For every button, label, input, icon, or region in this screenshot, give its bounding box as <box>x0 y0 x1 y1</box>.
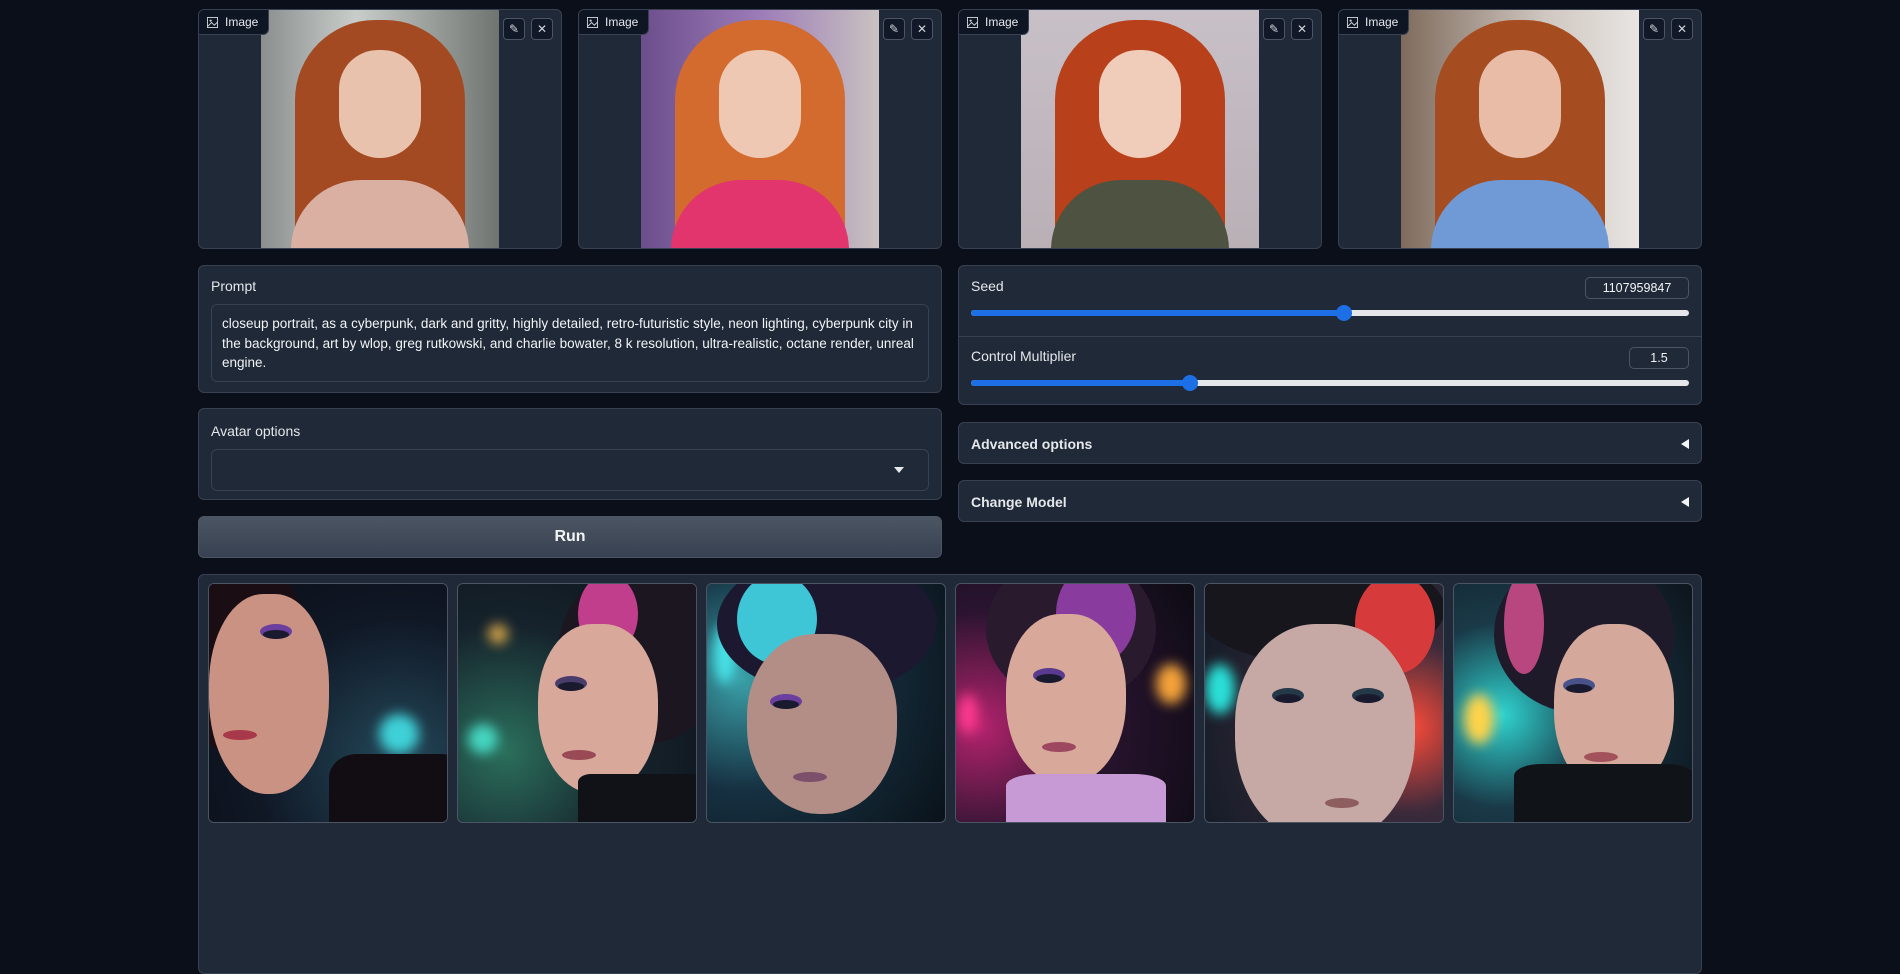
gallery-image-4[interactable] <box>955 583 1195 823</box>
clear-image-button[interactable]: ✕ <box>531 18 553 40</box>
image-label-text: Image <box>605 15 639 29</box>
edit-image-button[interactable]: ✎ <box>503 18 525 40</box>
control-multiplier-row: Control Multiplier 1.5 <box>959 336 1701 406</box>
prompt-label: Prompt <box>211 278 257 294</box>
clear-image-button[interactable]: ✕ <box>911 18 933 40</box>
gallery-image-3[interactable] <box>706 583 946 823</box>
advanced-options-label: Advanced options <box>971 436 1093 452</box>
uploaded-photo <box>261 10 499 248</box>
close-icon: ✕ <box>536 22 548 36</box>
image-icon <box>587 16 598 28</box>
prompt-panel: Prompt closeup portrait, as a cyberpunk,… <box>198 265 942 393</box>
image-label: Image <box>959 10 1030 35</box>
image-input-1[interactable]: Image ✎ ✕ <box>198 9 562 249</box>
seed-label: Seed <box>971 278 1004 294</box>
chevron-down-icon <box>894 467 904 473</box>
close-icon: ✕ <box>1676 22 1688 36</box>
close-icon: ✕ <box>916 22 928 36</box>
uploaded-photo <box>1021 10 1259 248</box>
image-label: Image <box>579 10 650 35</box>
edit-image-button[interactable]: ✎ <box>1263 18 1285 40</box>
image-label: Image <box>199 10 270 35</box>
seed-slider-fill <box>971 310 1344 316</box>
gallery-image-1[interactable] <box>208 583 448 823</box>
triangle-left-icon <box>1681 497 1689 507</box>
gallery-image-2[interactable] <box>457 583 697 823</box>
image-icon <box>1347 16 1358 28</box>
seed-slider-thumb[interactable] <box>1335 305 1352 321</box>
pencil-icon: ✎ <box>508 22 520 36</box>
change-model-accordion[interactable]: Change Model <box>958 480 1702 522</box>
image-input-4[interactable]: Image ✎ ✕ <box>1338 9 1702 249</box>
pencil-icon: ✎ <box>1648 22 1660 36</box>
close-icon: ✕ <box>1296 22 1308 36</box>
clear-image-button[interactable]: ✕ <box>1671 18 1693 40</box>
control-multiplier-slider[interactable] <box>971 375 1689 391</box>
control-multiplier-label: Control Multiplier <box>971 348 1077 364</box>
seed-row: Seed 1107959847 <box>959 266 1701 336</box>
edit-image-button[interactable]: ✎ <box>1643 18 1665 40</box>
gallery-image-6[interactable] <box>1453 583 1693 823</box>
edit-image-button[interactable]: ✎ <box>883 18 905 40</box>
image-icon <box>967 16 978 28</box>
seed-slider[interactable] <box>971 305 1689 321</box>
control-multiplier-slider-thumb[interactable] <box>1181 375 1198 391</box>
image-label: Image <box>1339 10 1410 35</box>
advanced-options-accordion[interactable]: Advanced options <box>958 422 1702 464</box>
uploaded-photo <box>1401 10 1639 248</box>
pencil-icon: ✎ <box>1268 22 1280 36</box>
avatar-options-panel: Avatar options <box>198 408 942 500</box>
change-model-label: Change Model <box>971 494 1067 510</box>
clear-image-button[interactable]: ✕ <box>1291 18 1313 40</box>
avatar-options-dropdown[interactable] <box>211 449 929 491</box>
output-gallery <box>198 574 1702 974</box>
avatar-options-label: Avatar options <box>211 423 301 439</box>
sliders-panel: Seed 1107959847 Control Multiplier 1.5 <box>958 265 1702 405</box>
run-button[interactable]: Run <box>198 516 942 558</box>
control-multiplier-input[interactable]: 1.5 <box>1629 347 1689 369</box>
image-input-2[interactable]: Image ✎ ✕ <box>578 9 942 249</box>
image-input-3[interactable]: Image ✎ ✕ <box>958 9 1322 249</box>
image-icon <box>207 16 218 28</box>
pencil-icon: ✎ <box>888 22 900 36</box>
prompt-textarea[interactable]: closeup portrait, as a cyberpunk, dark a… <box>211 304 929 382</box>
image-label-text: Image <box>1365 15 1399 29</box>
seed-input[interactable]: 1107959847 <box>1585 277 1689 299</box>
image-label-text: Image <box>985 15 1019 29</box>
uploaded-photo <box>641 10 879 248</box>
image-label-text: Image <box>225 15 259 29</box>
triangle-left-icon <box>1681 439 1689 449</box>
control-multiplier-slider-fill <box>971 380 1190 386</box>
gallery-image-5[interactable] <box>1204 583 1444 823</box>
